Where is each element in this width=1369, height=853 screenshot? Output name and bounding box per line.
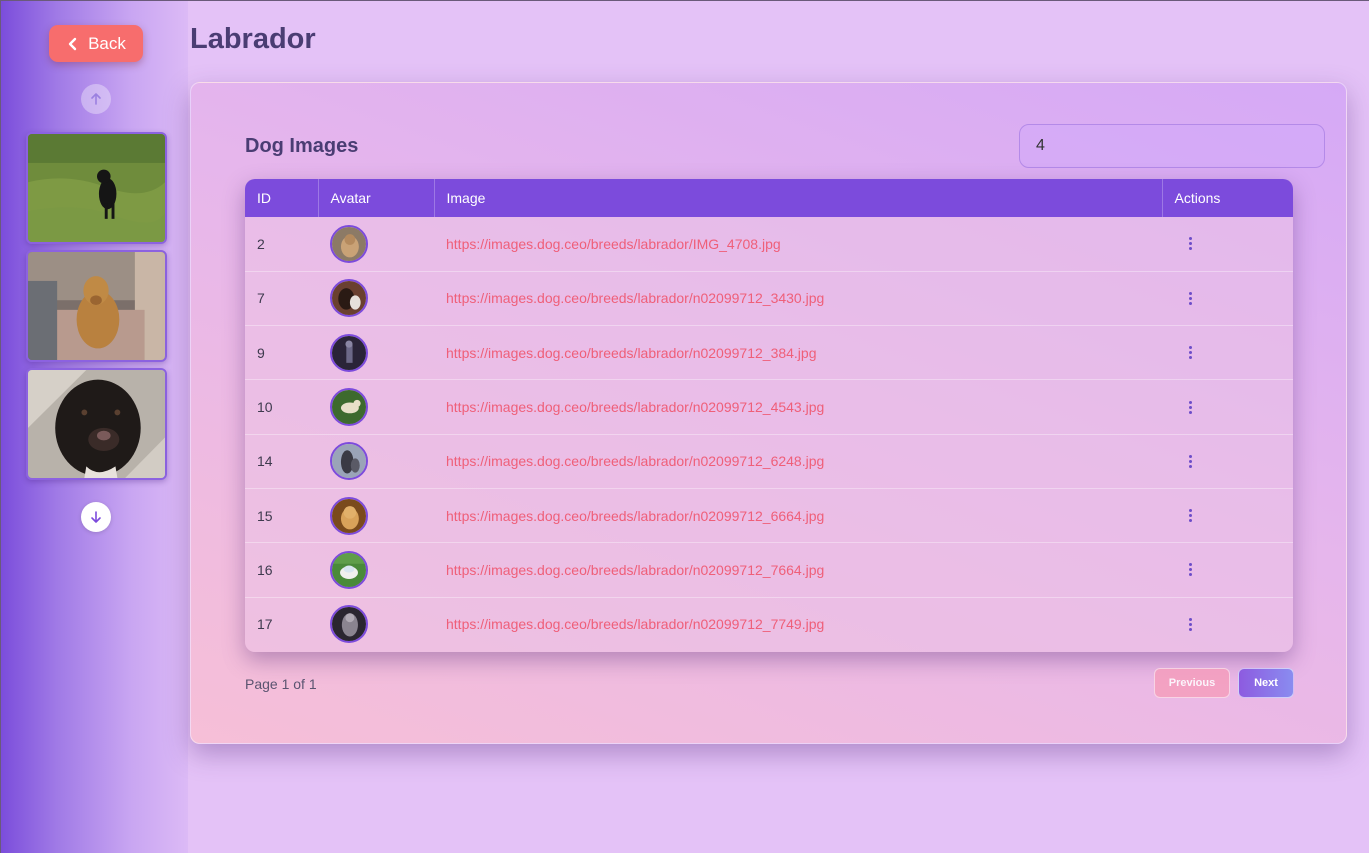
table-header-row: ID Avatar Image Actions (245, 179, 1293, 217)
more-vertical-icon[interactable] (1180, 449, 1200, 473)
thumbnail-2[interactable] (26, 250, 167, 362)
pagination-info: Page 1 of 1 (245, 676, 317, 692)
more-vertical-icon[interactable] (1180, 341, 1200, 365)
row-id: 17 (257, 616, 273, 633)
dog-avatar[interactable] (330, 605, 368, 644)
dog-avatar[interactable] (330, 224, 368, 263)
more-vertical-icon[interactable] (1180, 612, 1200, 636)
more-vertical-icon[interactable] (1180, 504, 1200, 528)
dog-avatar-image (332, 281, 366, 316)
dog-avatar-image (332, 607, 366, 642)
search-input-value: 4 (1036, 137, 1045, 154)
next-button[interactable]: Next (1238, 668, 1294, 698)
dog-avatar[interactable] (330, 333, 368, 372)
dog-avatar[interactable] (330, 550, 368, 589)
table-row: 16 https://images.dog.ceo/breeds/labrado… (245, 543, 1293, 598)
dog-avatar-image (332, 390, 366, 425)
page-title: Labrador (190, 23, 316, 55)
scroll-down-button[interactable] (81, 502, 111, 532)
more-vertical-icon[interactable] (1180, 232, 1200, 256)
dog-avatar[interactable] (330, 442, 368, 481)
back-button-label: Back (88, 33, 126, 53)
column-header-image[interactable]: Image (434, 179, 1163, 217)
dog-avatar[interactable] (330, 279, 368, 318)
search-input[interactable]: 4 (1019, 124, 1325, 168)
dog-avatar-image (332, 335, 366, 370)
back-button[interactable]: Back (49, 25, 143, 62)
dog-avatar-image (332, 498, 366, 533)
sidebar-gallery: Back (1, 1, 188, 853)
dog-avatar[interactable] (330, 388, 368, 427)
row-id: 2 (257, 235, 265, 252)
table-row: 2 https://images.dog.ceo/breeds/labrador… (245, 217, 1293, 272)
image-url-link[interactable]: https://images.dog.ceo/breeds/labrador/n… (434, 434, 1162, 488)
table-row: 17 https://images.dog.ceo/breeds/labrado… (245, 597, 1293, 651)
arrow-down-icon (91, 511, 101, 523)
more-vertical-icon[interactable] (1180, 286, 1200, 310)
image-url-link[interactable]: https://images.dog.ceo/breeds/labrador/I… (434, 217, 1162, 271)
image-url-link[interactable]: https://images.dog.ceo/breeds/labrador/n… (434, 488, 1162, 542)
scroll-up-button[interactable] (81, 84, 111, 114)
dog-avatar[interactable] (330, 496, 368, 535)
column-header-avatar[interactable]: Avatar (318, 179, 435, 217)
column-header-id[interactable]: ID (245, 179, 319, 217)
row-id: 10 (257, 399, 273, 416)
image-url-link[interactable]: https://images.dog.ceo/breeds/labrador/n… (434, 380, 1162, 434)
table-row: 15 https://images.dog.ceo/breeds/labrado… (245, 488, 1293, 543)
dog-avatar-image (332, 444, 366, 479)
row-id: 14 (257, 453, 273, 470)
row-id: 16 (257, 561, 273, 578)
column-header-actions: Actions (1174, 190, 1221, 206)
table-row: 9 https://images.dog.ceo/breeds/labrador… (245, 326, 1293, 380)
more-vertical-icon[interactable] (1180, 558, 1200, 582)
table-row: 7 https://images.dog.ceo/breeds/labrador… (245, 271, 1293, 326)
dog-photo-thumbnail (28, 370, 165, 478)
dog-images-card: Dog Images 4 ID Avatar Image Actions 2 h… (190, 82, 1347, 744)
previous-button[interactable]: Previous (1154, 668, 1230, 698)
dog-avatar-image (332, 226, 366, 261)
thumbnail-3[interactable] (26, 368, 167, 480)
row-id: 7 (257, 290, 265, 307)
dog-photo-thumbnail (28, 252, 165, 360)
chevron-left-icon (68, 37, 77, 50)
image-url-link[interactable]: https://images.dog.ceo/breeds/labrador/n… (434, 543, 1162, 597)
dog-photo-thumbnail (28, 134, 165, 242)
card-title: Dog Images (245, 135, 359, 157)
row-id: 9 (257, 344, 265, 361)
table-row: 14 https://images.dog.ceo/breeds/labrado… (245, 434, 1293, 489)
table-row: 10 https://images.dog.ceo/breeds/labrado… (245, 380, 1293, 435)
image-url-link[interactable]: https://images.dog.ceo/breeds/labrador/n… (434, 597, 1162, 651)
thumbnail-1[interactable] (26, 132, 167, 244)
images-table: ID Avatar Image Actions 2 https://images… (245, 179, 1293, 652)
arrow-up-icon (91, 93, 101, 105)
more-vertical-icon[interactable] (1180, 395, 1200, 419)
image-url-link[interactable]: https://images.dog.ceo/breeds/labrador/n… (434, 271, 1162, 325)
dog-avatar-image (332, 552, 366, 587)
image-url-link[interactable]: https://images.dog.ceo/breeds/labrador/n… (434, 326, 1162, 380)
row-id: 15 (257, 507, 273, 524)
